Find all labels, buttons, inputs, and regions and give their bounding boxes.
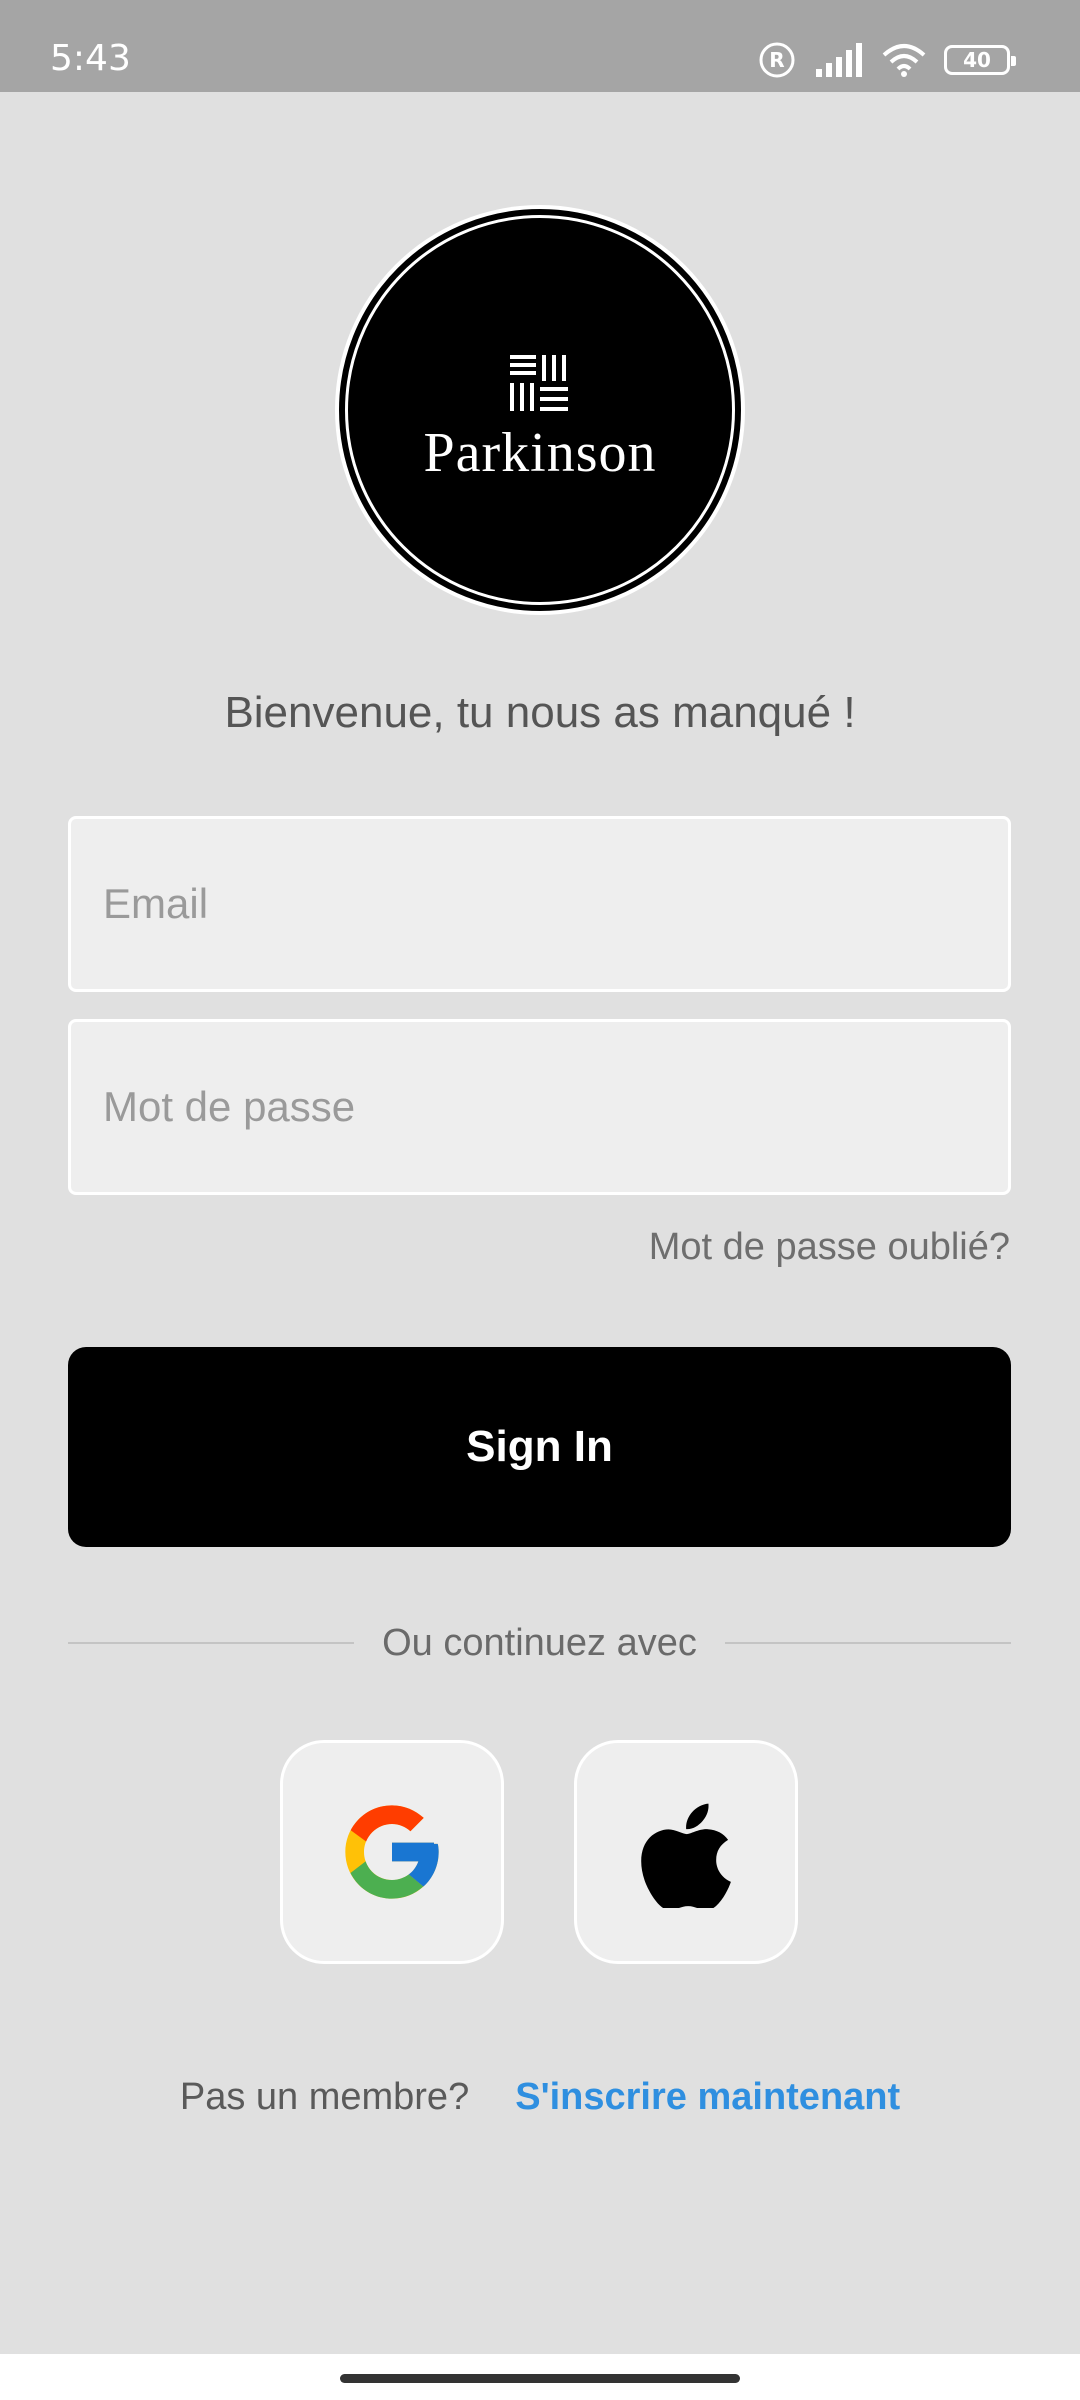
battery-level: 40 [963,48,991,72]
apple-sign-in-button[interactable] [574,1740,798,1964]
email-field[interactable] [68,816,1011,992]
forgot-password-link[interactable]: Mot de passe oublié? [649,1226,1010,1269]
signup-prompt: Pas un membre? [179,2076,470,2118]
google-icon [345,1805,439,1899]
parkinson-logo-mark-icon [510,355,568,411]
divider-line-left [68,1642,355,1644]
navigation-bar [0,2354,1080,2400]
logo-text: Parkinson [423,422,657,484]
welcome-heading: Bienvenue, tu nous as manqué ! [224,688,856,737]
status-bar: 5:43 R 40 [0,0,1080,92]
home-indicator[interactable] [340,2374,740,2383]
password-field[interactable] [68,1019,1011,1195]
google-sign-in-button[interactable] [280,1740,504,1964]
sign-in-button[interactable]: Sign In [68,1347,1011,1547]
divider-text: Ou continuez avec [382,1621,697,1664]
divider-line-right [724,1642,1011,1644]
registered-icon: R [759,42,795,78]
signal-icon [816,43,862,77]
svg-text:R: R [769,48,784,72]
social-divider: Ou continuez avec [68,1618,1011,1668]
battery-icon: 40 [944,45,1016,75]
apple-icon [641,1803,731,1908]
status-icons: R 40 [758,40,1016,80]
signup-link[interactable]: S'inscrire maintenant [515,2076,900,2119]
wifi-icon [882,44,926,77]
status-time: 5:43 [50,38,131,79]
app-logo: Parkinson [335,205,745,615]
signup-row: Pas un membre? S'inscrire maintenant [0,2076,1080,2119]
